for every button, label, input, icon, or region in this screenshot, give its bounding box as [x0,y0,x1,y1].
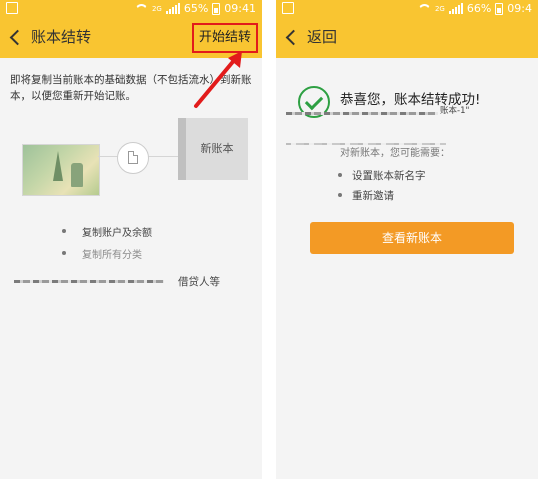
new-book-label: 新账本 [200,142,234,155]
battery-icon [495,2,504,15]
clock: 09:4 [507,2,532,15]
wifi-icon [418,4,431,14]
right-screen: 2G 66% 09:4 返回 恭喜您，账本结转成功! 账本-1" 对新账本，您可… [276,0,538,479]
start-transfer-button[interactable]: 开始结转 [191,23,258,53]
left-screen: 2G 65% 09:41 账本结转 开始结转 即将复制当前账本的基础数据（不包括… [0,0,262,479]
obscured-text [14,280,164,283]
network-label: 2G [151,4,162,13]
document-icon [128,151,138,164]
list-item: 复制账户及余额 [62,220,152,242]
signal-icon [165,3,180,14]
back-button[interactable]: 返回 [284,26,337,48]
wifi-icon [135,4,148,14]
current-book-image [22,144,100,196]
footer-line: 借贷人等 [14,274,238,288]
description-text: 即将复制当前账本的基础数据（不包括流水）到新账本，以便您重新开始记账。 [10,74,252,102]
copy-list: 复制账户及余额 复制所有分类 [62,220,152,264]
page-title: 账本结转 [31,28,92,46]
battery-percent: 65% [183,2,209,15]
title-bar: 账本结转 开始结转 [0,18,262,58]
back-label: 返回 [307,28,338,46]
obscured-text [286,112,438,115]
title-bar: 返回 [276,18,538,58]
chevron-left-icon [285,29,302,45]
status-indicators: 2G 66% 09:4 [418,2,532,15]
network-label: 2G [434,4,445,13]
battery-icon [212,2,221,15]
list-item: 复制所有分类 [62,242,152,264]
view-new-book-button[interactable]: 查看新账本 [310,222,514,254]
image-icon [6,2,18,14]
status-bar: 2G 65% 09:41 [0,0,262,18]
back-button[interactable]: 账本结转 [8,26,91,48]
signal-icon [448,3,463,14]
hint-text: 对新账本，您可能需要： [340,148,450,159]
tower-graphic [53,151,63,181]
bottle-graphic [71,163,83,187]
chevron-left-icon [9,29,26,45]
list-item: 重新邀请 [338,185,426,205]
status-bar: 2G 66% 09:4 [276,0,538,18]
copy-circle [117,142,149,174]
footer-tail-text: 借贷人等 [178,276,220,288]
todo-list: 设置账本新名字 重新邀请 [338,165,426,205]
battery-percent: 66% [466,2,492,15]
status-indicators: 2G 65% 09:41 [135,2,256,15]
new-book-name: 账本-1" [440,106,470,116]
image-icon [282,2,294,14]
list-item: 设置账本新名字 [338,165,426,185]
clock: 09:41 [224,2,256,15]
new-book-card: 新账本 [178,118,248,180]
